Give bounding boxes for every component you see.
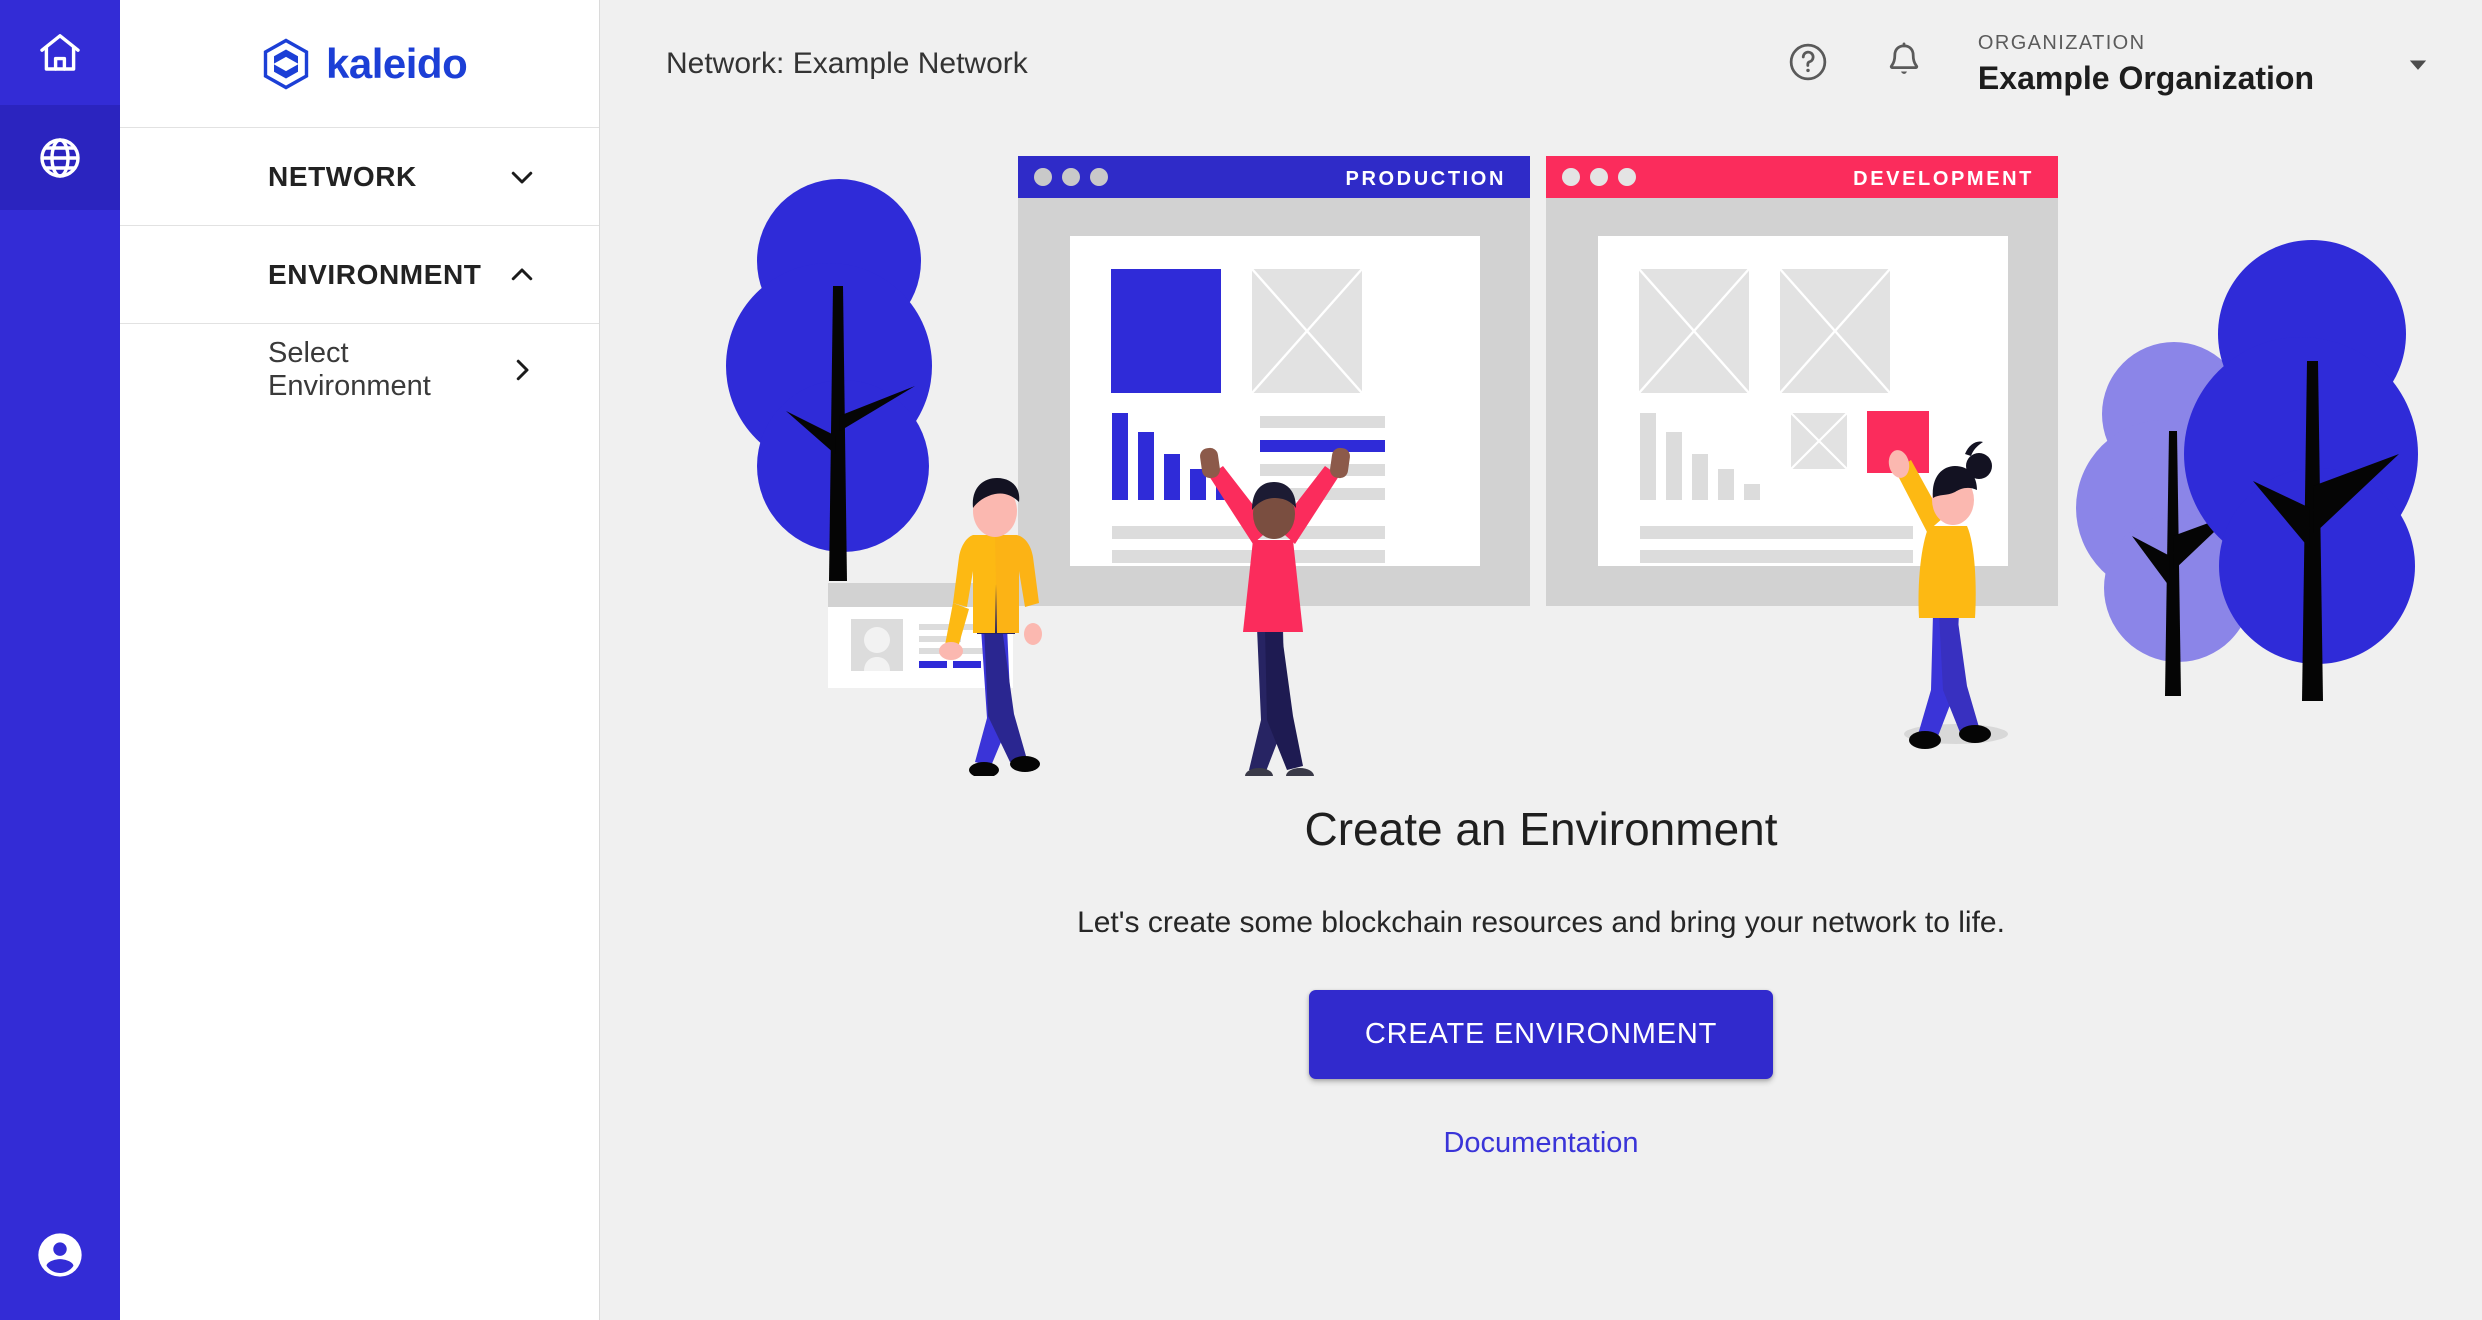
topbar-actions: ORGANIZATION Example Organization	[1760, 16, 2442, 112]
kaleido-logo-icon	[260, 38, 312, 90]
chevron-up-icon	[507, 260, 537, 290]
home-icon	[36, 29, 84, 77]
window-label-development: DEVELOPMENT	[1853, 168, 2034, 190]
main-pane: Network: Example Network ORGANIZATION Ex…	[600, 0, 2482, 1320]
hero-heading: Create an Environment	[1304, 803, 1778, 855]
organization-name: Example Organization	[1977, 59, 2314, 96]
content-area: PRODUCTION DEVELOPMENT Create an Environ…	[600, 128, 2482, 1320]
app-root: kaleido NETWORK ENVIRONMENT Select Envir…	[0, 0, 2482, 1320]
globe-icon	[36, 134, 84, 182]
help-button[interactable]	[1760, 16, 1856, 112]
brand-name: kaleido	[326, 39, 468, 87]
browser-window-development: DEVELOPMENT	[1546, 156, 2058, 606]
sidebar: kaleido NETWORK ENVIRONMENT Select Envir…	[120, 0, 600, 1320]
sidebar-item-environment[interactable]: ENVIRONMENT	[120, 226, 599, 324]
create-environment-button[interactable]: CREATE ENVIRONMENT	[1308, 990, 1774, 1079]
account-circle-icon	[34, 1229, 86, 1281]
sidebar-item-network[interactable]: NETWORK	[120, 128, 599, 226]
window-label-production: PRODUCTION	[1346, 168, 1506, 190]
organization-texts: ORGANIZATION Example Organization	[1978, 32, 2314, 97]
page-title: Network: Example Network	[666, 47, 1028, 80]
sidebar-item-environment-label: ENVIRONMENT	[268, 258, 482, 290]
rail-item-network[interactable]	[0, 105, 120, 210]
rail-item-account[interactable]	[0, 1190, 120, 1320]
organization-label: ORGANIZATION	[1977, 31, 2146, 54]
chevron-right-icon	[507, 355, 537, 385]
empty-state-hero: Create an Environment Let's create some …	[600, 776, 2482, 1160]
bell-icon	[1882, 40, 1926, 89]
help-circle-icon	[1786, 40, 1830, 89]
notifications-button[interactable]	[1856, 16, 1952, 112]
chevron-down-icon	[507, 162, 537, 192]
rail-item-home[interactable]	[0, 0, 120, 105]
documentation-link[interactable]: Documentation	[600, 1127, 2482, 1160]
brand-logo[interactable]: kaleido	[120, 0, 599, 128]
empty-state-illustration: PRODUCTION DEVELOPMENT	[600, 136, 2482, 776]
caret-down-icon	[2404, 50, 2432, 78]
sidebar-item-select-environment[interactable]: Select Environment	[120, 324, 599, 416]
hero-subheading: Let's create some blockchain resources a…	[1077, 906, 2005, 939]
topbar: Network: Example Network ORGANIZATION Ex…	[600, 0, 2482, 128]
tree-left	[726, 179, 932, 581]
sidebar-item-select-environment-label: Select Environment	[268, 337, 431, 402]
icon-rail	[0, 0, 120, 1320]
sidebar-item-network-label: NETWORK	[268, 160, 417, 192]
organization-selector[interactable]: ORGANIZATION Example Organization	[1978, 32, 2442, 97]
